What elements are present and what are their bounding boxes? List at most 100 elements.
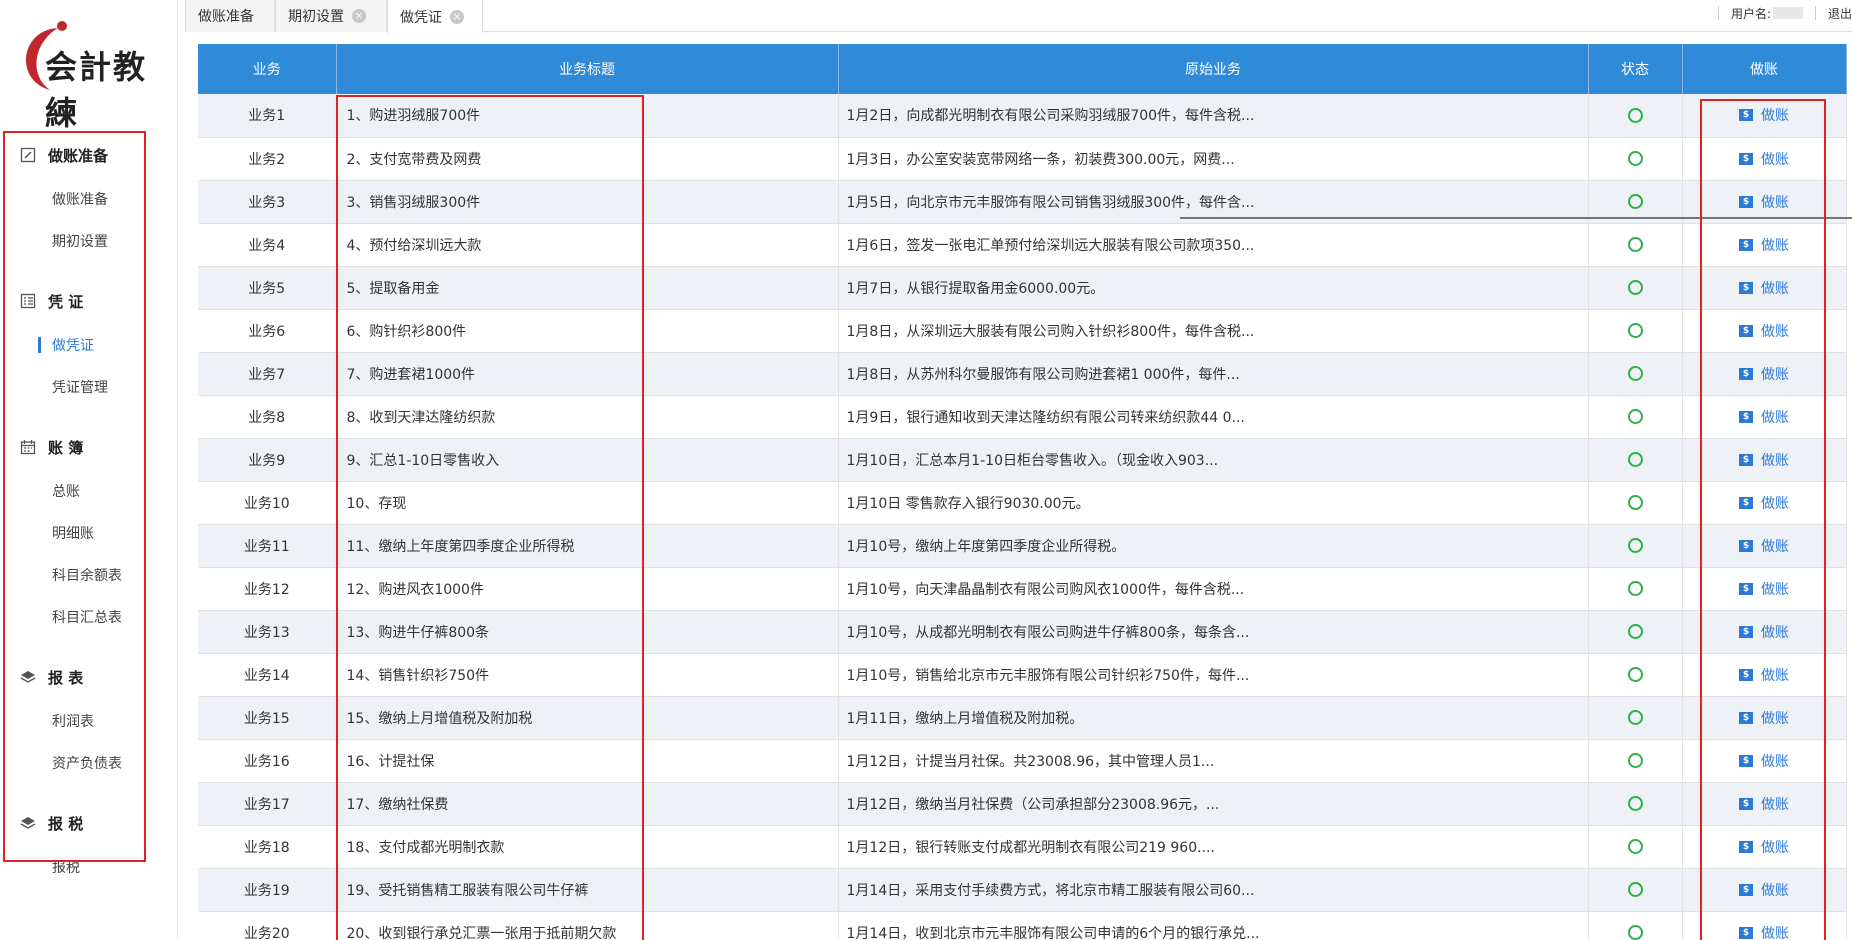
make-entry-button[interactable]: $ 做账: [1739, 364, 1789, 384]
status-circle-icon: [1627, 624, 1643, 639]
make-entry-button[interactable]: $ 做账: [1739, 794, 1789, 814]
business-title-cell: 18、支付成都光明制衣款: [336, 825, 839, 869]
status-cell: [1588, 266, 1683, 310]
make-entry-button[interactable]: $ 做账: [1739, 105, 1789, 125]
status-cell: [1588, 653, 1683, 697]
sidebar-item-0-0[interactable]: 做账准备: [0, 178, 178, 220]
make-entry-button[interactable]: $ 做账: [1739, 579, 1789, 599]
action-cell: $ 做账: [1682, 309, 1847, 353]
make-entry-button[interactable]: $ 做账: [1739, 149, 1789, 169]
sidebar-item-1-0[interactable]: 做凭证: [0, 324, 178, 366]
status-cell: [1588, 610, 1683, 654]
status-circle-icon: [1627, 581, 1643, 596]
nav-group-2[interactable]: 账 簿: [0, 424, 178, 470]
nav-group-0[interactable]: 做账准备: [0, 132, 178, 178]
business-title-cell: 2、支付宽带费及网费: [336, 137, 839, 181]
business-desc-cell: 1月2日，向成都光明制衣有限公司采购羽绒服700件，每件含税...: [838, 94, 1589, 138]
make-entry-button[interactable]: $ 做账: [1739, 192, 1789, 212]
tab-label: 做账准备: [198, 9, 254, 25]
action-cell: $ 做账: [1682, 868, 1847, 912]
ledger-icon: $: [1739, 840, 1753, 853]
ledger-icon: $: [1739, 324, 1753, 337]
action-cell: $ 做账: [1682, 567, 1847, 611]
table-row: 业务4 4、预付给深圳远大款 1月6日，签发一张电汇单预付给深圳远大服装有限公司款项…: [198, 223, 1847, 267]
tab-bar: 做账准备 期初设置 × 做凭证 × 用户名: 退出: [185, 0, 1852, 33]
nav-group-3[interactable]: 报 表: [0, 654, 178, 700]
table-row: 业务12 12、购进风衣1000件 1月10号，向天津晶晶制衣有限公司购风衣1000…: [198, 567, 1847, 611]
tab-prep[interactable]: 做账准备: [185, 0, 275, 32]
sidebar-item-2-1[interactable]: 明细账: [0, 512, 178, 554]
close-icon[interactable]: ×: [352, 9, 366, 23]
tab-voucher[interactable]: 做凭证 ×: [387, 0, 483, 33]
ledger-icon: $: [1739, 711, 1753, 724]
list-icon: [18, 291, 38, 311]
make-entry-button[interactable]: $ 做账: [1739, 923, 1789, 940]
make-entry-button[interactable]: $ 做账: [1739, 665, 1789, 685]
make-entry-label: 做账: [1761, 108, 1789, 125]
business-title-cell: 14、销售针织衫750件: [336, 653, 839, 697]
status-circle-icon: [1627, 237, 1643, 252]
column-header: 状态: [1588, 44, 1683, 94]
make-entry-label: 做账: [1761, 280, 1789, 297]
sidebar-item-3-1[interactable]: 资产负债表: [0, 742, 178, 784]
make-entry-button[interactable]: $ 做账: [1739, 837, 1789, 857]
status-cell: [1588, 868, 1683, 912]
make-entry-button[interactable]: $ 做账: [1739, 708, 1789, 728]
sidebar-item-1-1[interactable]: 凭证管理: [0, 366, 178, 408]
business-desc-cell: 1月10号，向天津晶晶制衣有限公司购风衣1000件，每件含税...: [838, 567, 1589, 611]
nav-group-1[interactable]: 凭 证: [0, 278, 178, 324]
close-icon[interactable]: ×: [450, 9, 464, 24]
status-cell: [1588, 696, 1683, 740]
ledger-icon: $: [1739, 152, 1753, 165]
business-desc-cell: 1月6日，签发一张电汇单预付给深圳远大服装有限公司款项350...: [838, 223, 1589, 267]
sidebar-item-2-0[interactable]: 总账: [0, 470, 178, 512]
calendar-icon: [18, 437, 38, 457]
status-circle-icon: [1627, 796, 1643, 811]
table-row: 业务8 8、收到天津达隆纺织款 1月9日，银行通知收到天津达隆纺织有限公司转来纺织款…: [198, 395, 1847, 439]
sidebar-item-2-2[interactable]: 科目余额表: [0, 554, 178, 596]
action-cell: $ 做账: [1682, 911, 1847, 940]
status-cell: [1588, 567, 1683, 611]
make-entry-button[interactable]: $ 做账: [1739, 278, 1789, 298]
make-entry-button[interactable]: $ 做账: [1739, 493, 1789, 513]
business-desc-cell: 1月10日 零售款存入银行9030.00元。: [838, 481, 1589, 525]
logout-link[interactable]: 退出: [1828, 5, 1852, 22]
sidebar-item-4-0[interactable]: 报税: [0, 846, 178, 888]
make-entry-button[interactable]: $ 做账: [1739, 407, 1789, 427]
business-desc-cell: 1月8日，从苏州科尔曼服饰有限公司购进套裙1 000件，每件...: [838, 352, 1589, 396]
nav-gap: [0, 784, 178, 800]
tab-label: 期初设置: [288, 9, 344, 25]
ledger-icon: $: [1739, 238, 1753, 251]
table-row: 业务16 16、计提社保 1月12日，计提当月社保。共23008.96，其中管理人员…: [198, 739, 1847, 783]
business-title-cell: 16、计提社保: [336, 739, 839, 783]
action-cell: $ 做账: [1682, 825, 1847, 869]
table-row: 业务14 14、销售针织衫750件 1月10号，销售给北京市元丰服饰有限公司针织衫7…: [198, 653, 1847, 697]
make-entry-button[interactable]: $ 做账: [1739, 880, 1789, 900]
business-id-cell: 业务4: [198, 223, 337, 267]
make-entry-label: 做账: [1761, 366, 1789, 383]
tab-initial-settings[interactable]: 期初设置 ×: [275, 0, 387, 32]
status-circle-icon: [1627, 839, 1643, 854]
business-desc-cell: 1月14日，收到北京市元丰服饰有限公司申请的6个月的银行承兑...: [838, 911, 1589, 940]
make-entry-label: 做账: [1761, 624, 1789, 641]
make-entry-button[interactable]: $ 做账: [1739, 622, 1789, 642]
business-id-cell: 业务14: [198, 653, 337, 697]
sidebar-item-2-3[interactable]: 科目汇总表: [0, 596, 178, 638]
sidebar-item-3-0[interactable]: 利润表: [0, 700, 178, 742]
make-entry-button[interactable]: $ 做账: [1739, 536, 1789, 556]
business-title-cell: 9、汇总1-10日零售收入: [336, 438, 839, 482]
divider: [1717, 6, 1719, 20]
make-entry-label: 做账: [1761, 323, 1789, 340]
make-entry-button[interactable]: $ 做账: [1739, 450, 1789, 470]
username-label: 用户名:: [1730, 6, 1771, 21]
make-entry-button[interactable]: $ 做账: [1739, 235, 1789, 255]
nav-group-4[interactable]: 报 税: [0, 800, 178, 846]
nav-gap: [0, 262, 178, 278]
sidebar-item-0-1[interactable]: 期初设置: [0, 220, 178, 262]
make-entry-button[interactable]: $ 做账: [1739, 321, 1789, 341]
action-cell: $ 做账: [1682, 395, 1847, 439]
business-id-cell: 业务11: [198, 524, 337, 568]
business-title-cell: 1、购进羽绒服700件: [336, 94, 839, 138]
status-circle-icon: [1627, 323, 1643, 338]
make-entry-button[interactable]: $ 做账: [1739, 751, 1789, 771]
